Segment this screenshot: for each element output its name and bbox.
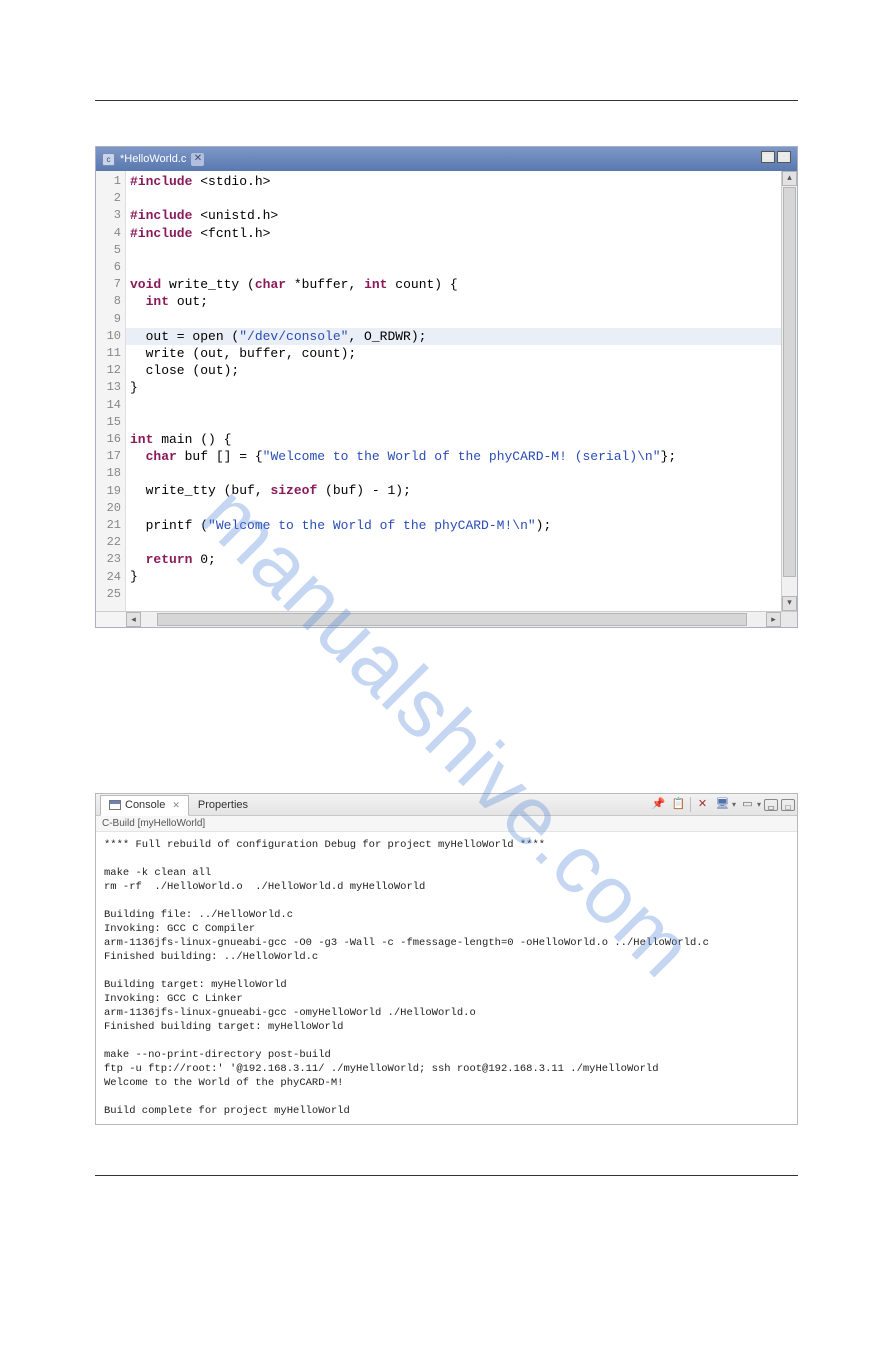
dropdown-arrow-icon[interactable]: ▾ — [732, 800, 736, 809]
code-line[interactable]: write_tty (buf, sizeof (buf) - 1); — [130, 482, 777, 499]
code-line[interactable] — [130, 242, 777, 259]
tab-properties-label: Properties — [198, 799, 248, 811]
editor-panel: c *HelloWorld.c ✕ ▭ □ 123456789101112131… — [95, 146, 798, 628]
open-console-icon[interactable]: ▭ — [739, 796, 756, 813]
horizontal-scroll-thumb[interactable] — [157, 613, 747, 626]
code-line[interactable]: printf ("Welcome to the World of the phy… — [130, 517, 777, 534]
tab-console-label: Console — [125, 799, 165, 811]
editor-tab-title: *HelloWorld.c — [120, 153, 186, 165]
code-line[interactable]: return 0; — [130, 551, 777, 568]
code-line[interactable] — [130, 586, 777, 603]
scroll-right-arrow-icon[interactable]: ▸ — [766, 612, 781, 627]
code-line[interactable]: int main () { — [130, 431, 777, 448]
dropdown-arrow-icon[interactable]: ▾ — [757, 800, 761, 809]
c-file-icon: c — [102, 153, 115, 166]
vertical-scrollbar[interactable]: ▴ ▾ — [781, 171, 797, 611]
code-line[interactable] — [130, 190, 777, 207]
horizontal-scroll-track[interactable] — [141, 612, 766, 627]
horizontal-scrollbar[interactable]: ◂ ▸ — [96, 611, 797, 627]
code-line[interactable] — [130, 396, 777, 413]
tab-close-icon[interactable]: ✕ — [172, 800, 180, 811]
code-line[interactable]: close (out); — [130, 362, 777, 379]
code-line[interactable]: } — [130, 568, 777, 585]
scrollbar-spacer — [96, 612, 126, 627]
editor-body[interactable]: 1234567891011121314151617181920212223242… — [96, 171, 797, 611]
clipboard-icon[interactable]: 📋 — [670, 796, 687, 813]
scroll-left-arrow-icon[interactable]: ◂ — [126, 612, 141, 627]
code-line[interactable]: #include <stdio.h> — [130, 173, 777, 190]
maximize-button[interactable]: □ — [777, 151, 791, 163]
code-line[interactable] — [130, 414, 777, 431]
pin-icon[interactable]: 📌 — [650, 796, 667, 813]
clear-console-icon[interactable]: ✕ — [694, 796, 711, 813]
console-tabbar: Console ✕ Properties 📌 📋 ✕ 🖥 ▾ ▭ ▾ ▭ □ — [96, 794, 797, 816]
scroll-up-arrow-icon[interactable]: ▴ — [782, 171, 797, 186]
code-line[interactable]: void write_tty (char *buffer, int count)… — [130, 276, 777, 293]
console-subtitle: C-Build [myHelloWorld] — [96, 816, 797, 832]
code-line[interactable]: } — [130, 379, 777, 396]
console-toolbar: 📌 📋 ✕ 🖥 ▾ ▭ ▾ ▭ □ — [650, 796, 795, 813]
code-line[interactable]: #include <unistd.h> — [130, 207, 777, 224]
editor-titlebar: c *HelloWorld.c ✕ ▭ □ — [96, 147, 797, 171]
vertical-scroll-thumb[interactable] — [783, 187, 796, 577]
scrollbar-corner — [781, 612, 797, 627]
maximize-view-icon[interactable]: □ — [781, 799, 795, 811]
line-number-gutter: 1234567891011121314151617181920212223242… — [96, 171, 126, 611]
editor-tab[interactable]: c *HelloWorld.c ✕ — [102, 153, 204, 166]
scroll-down-arrow-icon[interactable]: ▾ — [782, 596, 797, 611]
console-icon — [109, 800, 121, 810]
code-line[interactable] — [130, 311, 777, 328]
minimize-button[interactable]: ▭ — [761, 151, 775, 163]
minimize-view-icon[interactable]: ▭ — [764, 799, 778, 811]
code-line[interactable] — [130, 500, 777, 517]
code-line[interactable]: int out; — [130, 293, 777, 310]
code-line[interactable] — [130, 534, 777, 551]
toolbar-separator — [690, 797, 691, 812]
divider-bottom — [95, 1175, 798, 1176]
tab-console[interactable]: Console ✕ — [100, 795, 189, 816]
code-line[interactable] — [130, 259, 777, 276]
code-line[interactable]: #include <fcntl.h> — [130, 225, 777, 242]
code-area[interactable]: #include <stdio.h> #include <unistd.h>#i… — [126, 171, 781, 611]
code-line[interactable]: char buf [] = {"Welcome to the World of … — [130, 448, 777, 465]
code-line[interactable]: write (out, buffer, count); — [130, 345, 777, 362]
console-panel: Console ✕ Properties 📌 📋 ✕ 🖥 ▾ ▭ ▾ ▭ □ C… — [95, 793, 798, 1125]
console-output[interactable]: **** Full rebuild of configuration Debug… — [96, 832, 797, 1124]
code-line[interactable]: out = open ("/dev/console", O_RDWR); — [126, 328, 781, 345]
code-line[interactable] — [130, 465, 777, 482]
tab-properties[interactable]: Properties — [189, 794, 257, 815]
display-selected-icon[interactable]: 🖥 — [714, 796, 731, 813]
close-icon[interactable]: ✕ — [191, 153, 204, 166]
divider-top — [95, 100, 798, 101]
